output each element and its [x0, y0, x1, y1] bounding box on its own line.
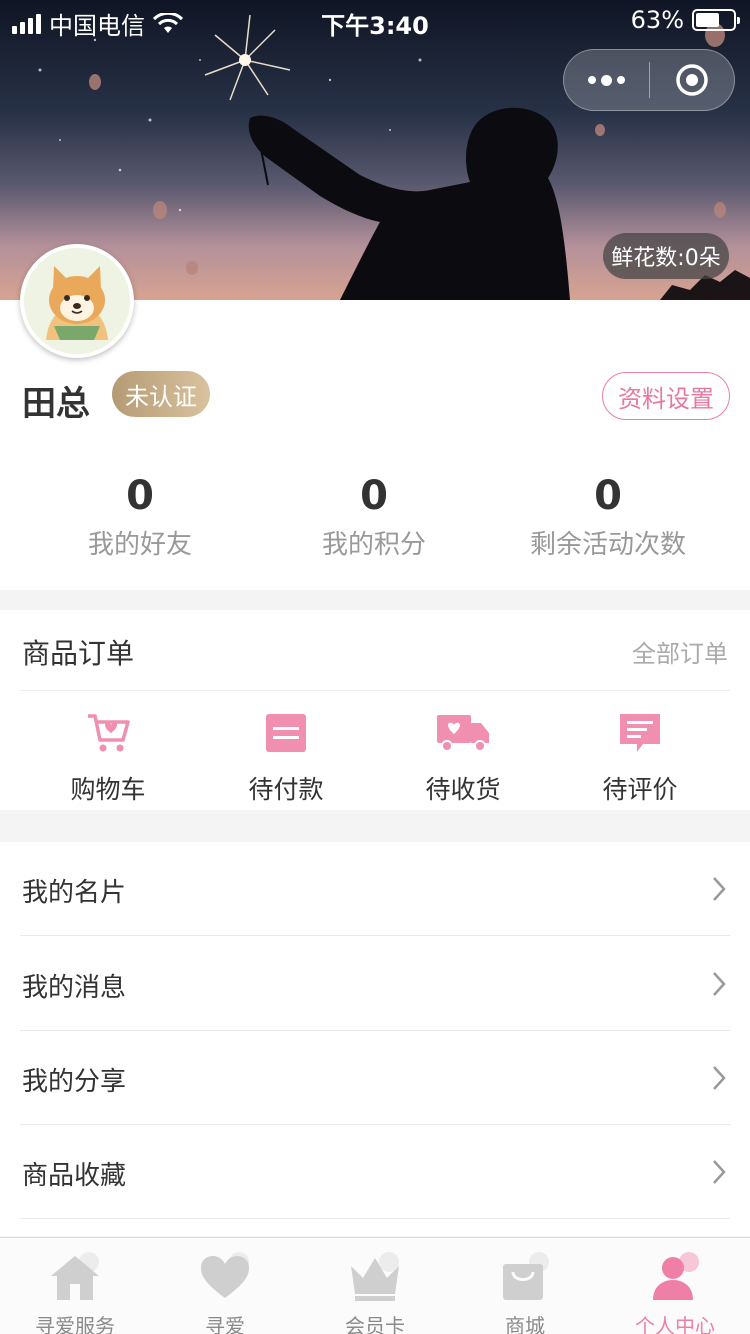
home-icon: [51, 1252, 99, 1300]
all-orders-link[interactable]: 全部订单: [632, 634, 728, 669]
stat-value: 0: [594, 473, 622, 519]
order-label: 待付款: [248, 775, 324, 804]
stat-friends[interactable]: 0 我的好友: [40, 470, 240, 561]
stat-label: 我的好友: [87, 530, 192, 560]
tab-label: 会员卡: [345, 1314, 405, 1334]
order-cart[interactable]: 购物车: [38, 710, 178, 806]
comment-icon: [570, 710, 710, 756]
person-icon: [653, 1252, 699, 1300]
payment-card-icon: [216, 710, 356, 756]
orders-title: 商品订单: [22, 637, 135, 670]
orders-section: 商品订单 全部订单 购物车 待付款 待收货 待评价: [0, 610, 750, 810]
crown-icon: [351, 1252, 399, 1301]
order-pending-review[interactable]: 待评价: [570, 710, 710, 806]
tab-label: 个人中心: [635, 1314, 715, 1334]
tab-bar: 寻爱服务 寻爱 会员卡 商城 个人中心: [0, 1237, 750, 1334]
tab-label: 寻爱服务: [35, 1314, 115, 1334]
avatar[interactable]: [20, 244, 134, 358]
stat-label: 剩余活动次数: [529, 530, 686, 560]
battery-icon: [692, 9, 740, 31]
shopping-cart-icon: [38, 710, 178, 756]
chevron-right-icon: [713, 972, 726, 996]
divider: [20, 690, 730, 691]
more-dots-icon[interactable]: [564, 50, 649, 110]
user-name: 田总: [22, 384, 90, 424]
menu-item-my-messages[interactable]: 我的消息: [0, 937, 750, 1031]
menu-item-favorites[interactable]: 商品收藏: [0, 1125, 750, 1219]
flower-count-badge: 鲜花数:0朵: [603, 233, 729, 279]
tab-label: 寻爱: [205, 1314, 245, 1334]
order-pending-delivery[interactable]: 待收货: [393, 710, 533, 806]
shiba-avatar-image: [24, 248, 130, 354]
tab-mall[interactable]: 商城: [450, 1238, 600, 1334]
delivery-truck-icon: [393, 710, 533, 756]
profile-settings-button[interactable]: 资料设置: [602, 372, 730, 420]
stat-remaining-activities[interactable]: 0 剩余活动次数: [508, 470, 708, 561]
menu-label: 我的名片: [22, 878, 127, 908]
chevron-right-icon: [713, 1160, 726, 1184]
chevron-right-icon: [713, 877, 726, 901]
miniprogram-capsule: [563, 49, 735, 111]
tab-love[interactable]: 寻爱: [150, 1238, 300, 1334]
menu-label: 我的消息: [22, 973, 127, 1003]
divider: [20, 935, 730, 936]
menu-item-my-shares[interactable]: 我的分享: [0, 1031, 750, 1125]
order-pending-payment[interactable]: 待付款: [216, 710, 356, 806]
order-label: 待评价: [602, 775, 678, 804]
shopping-bag-icon: [503, 1252, 549, 1300]
order-label: 待收货: [425, 775, 501, 804]
status-bar: 中国电信 下午3:40 63%: [0, 0, 750, 40]
stat-value: 0: [126, 473, 154, 519]
stat-points[interactable]: 0 我的积分: [274, 470, 474, 561]
menu-label: 我的分享: [22, 1067, 127, 1097]
profile-menu-list: 我的名片 我的消息 我的分享 商品收藏: [0, 842, 750, 1236]
target-icon[interactable]: [650, 63, 734, 97]
menu-item-my-card[interactable]: 我的名片: [0, 842, 750, 936]
order-label: 购物车: [70, 775, 146, 804]
stat-label: 我的积分: [321, 530, 426, 560]
divider: [20, 1218, 730, 1219]
tab-personal-center[interactable]: 个人中心: [600, 1238, 750, 1334]
status-right: 63%: [630, 6, 740, 34]
tab-membership[interactable]: 会员卡: [300, 1238, 450, 1334]
tab-services[interactable]: 寻爱服务: [0, 1238, 150, 1334]
menu-label: 商品收藏: [22, 1161, 127, 1191]
verification-badge[interactable]: 未认证: [112, 371, 210, 417]
stat-value: 0: [360, 473, 388, 519]
battery-fill: [696, 13, 719, 27]
heart-icon: [201, 1252, 249, 1298]
battery-percent: 63%: [630, 6, 684, 34]
tab-label: 商城: [505, 1314, 545, 1334]
chevron-right-icon: [713, 1066, 726, 1090]
